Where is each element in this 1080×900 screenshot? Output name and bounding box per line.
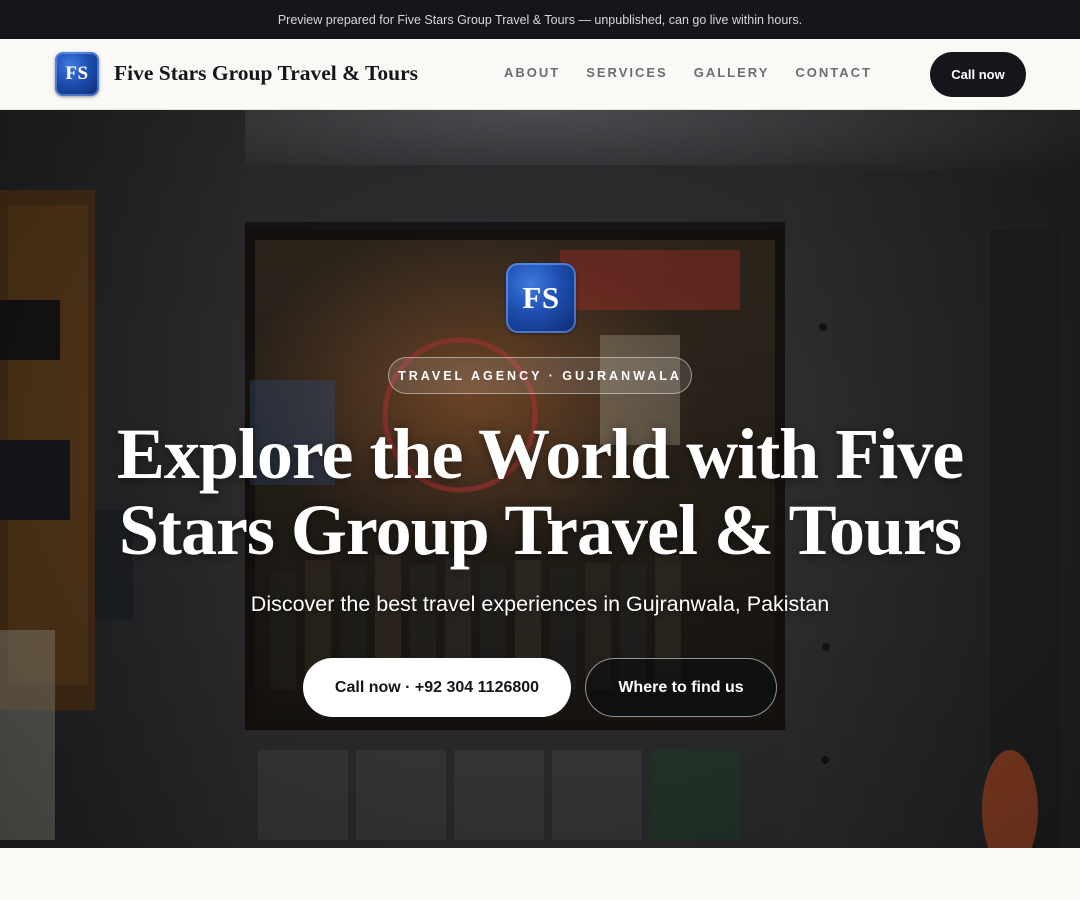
hero-logo: FS (506, 263, 576, 333)
main-nav: ABOUT SERVICES GALLERY CONTACT (504, 65, 872, 80)
brand-logo[interactable]: FS (55, 52, 99, 96)
hero-logo-text: FS (522, 280, 560, 315)
hero-subtitle: Discover the best travel experiences in … (250, 592, 830, 616)
call-now-button[interactable]: Call now (930, 52, 1026, 97)
hero-section: FS TRAVEL AGENCY · GUJRANWALA Explore th… (0, 110, 1080, 848)
brand-logo-text: FS (65, 63, 89, 84)
brand-name[interactable]: Five Stars Group Travel & Tours (114, 61, 418, 86)
hero-title: Explore the World with Five Stars Group … (116, 414, 964, 570)
hero-call-button[interactable]: Call now · +92 304 1126800 (303, 658, 571, 717)
where-to-find-us-button[interactable]: Where to find us (585, 658, 777, 717)
nav-link-services[interactable]: SERVICES (586, 65, 668, 80)
preview-banner-text: Preview prepared for Five Stars Group Tr… (277, 12, 803, 27)
nav-link-gallery[interactable]: GALLERY (694, 65, 770, 80)
preview-banner: Preview prepared for Five Stars Group Tr… (0, 0, 1080, 39)
nav-link-about[interactable]: ABOUT (504, 65, 560, 80)
nav-link-contact[interactable]: CONTACT (795, 65, 872, 80)
agency-badge: TRAVEL AGENCY · GUJRANWALA (388, 357, 692, 394)
site-header: FS Five Stars Group Travel & Tours ABOUT… (0, 39, 1080, 110)
